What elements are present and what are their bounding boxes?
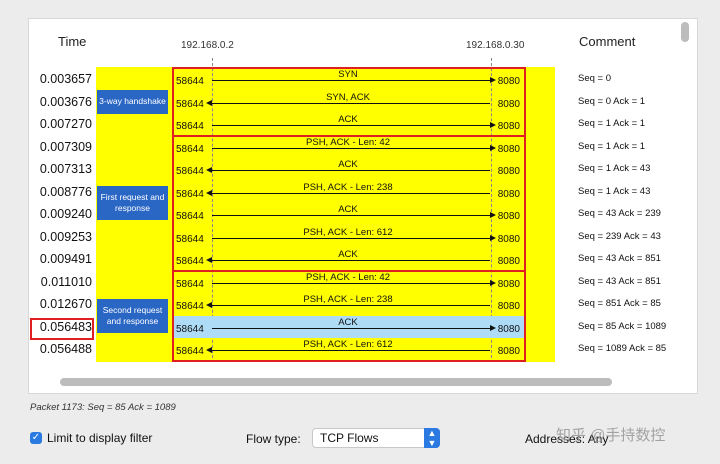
checkmark-icon: ✓: [31, 432, 41, 443]
flow-time[interactable]: 0.003657: [0, 68, 92, 90]
selected-time-highlight: [30, 318, 94, 340]
flow-comment[interactable]: Seq = 1 Ack = 1: [578, 136, 645, 158]
comment-column-header[interactable]: Comment: [579, 34, 635, 49]
flow-comment[interactable]: Seq = 1 Ack = 43: [578, 158, 650, 180]
flow-comment[interactable]: Seq = 1 Ack = 1: [578, 113, 645, 135]
flow-comment[interactable]: Seq = 43 Ack = 851: [578, 248, 661, 270]
host-right-header[interactable]: 192.168.0.30: [466, 40, 524, 51]
flow-time[interactable]: 0.009253: [0, 226, 92, 248]
flow-comment[interactable]: Seq = 851 Ack = 85: [578, 293, 661, 315]
flow-comment[interactable]: Seq = 1 Ack = 43: [578, 181, 650, 203]
flow-comment[interactable]: Seq = 0: [578, 68, 611, 90]
flow-comment[interactable]: Seq = 1089 Ack = 85: [578, 338, 666, 360]
vertical-scrollbar[interactable]: [681, 22, 689, 42]
flow-time[interactable]: 0.008776: [0, 181, 92, 203]
flow-comment[interactable]: Seq = 43 Ack = 239: [578, 203, 661, 225]
flow-type-value: TCP Flows: [320, 431, 379, 445]
group-outline: [172, 134, 526, 272]
flow-time[interactable]: 0.007309: [0, 136, 92, 158]
flow-time[interactable]: 0.009491: [0, 248, 92, 270]
group-outline: [172, 269, 526, 362]
flow-time[interactable]: 0.007313: [0, 158, 92, 180]
flow-type-label: Flow type:: [246, 432, 301, 446]
group-label: 3-way handshake: [97, 89, 168, 114]
flow-time[interactable]: 0.009240: [0, 203, 92, 225]
group-label: Second request and response: [97, 298, 168, 333]
limit-filter-checkbox[interactable]: ✓: [30, 432, 42, 444]
packet-status: Packet 1173: Seq = 85 Ack = 1089: [30, 402, 176, 413]
group-outline: [172, 67, 526, 137]
group-label: First request and response: [97, 186, 168, 220]
select-arrows-icon[interactable]: ▲ ▼: [424, 428, 440, 448]
flow-time[interactable]: 0.007270: [0, 113, 92, 135]
flow-comment[interactable]: Seq = 85 Ack = 1089: [578, 316, 666, 338]
host-left-header[interactable]: 192.168.0.2: [181, 40, 234, 51]
watermark-text: 知乎 @手持数控: [556, 427, 666, 444]
flow-time[interactable]: 0.012670: [0, 293, 92, 315]
limit-filter-label[interactable]: Limit to display filter: [47, 431, 152, 445]
horizontal-scrollbar[interactable]: [60, 378, 612, 386]
flow-time[interactable]: 0.056488: [0, 338, 92, 360]
flow-comment[interactable]: Seq = 239 Ack = 43: [578, 226, 661, 248]
flow-comment[interactable]: Seq = 0 Ack = 1: [578, 91, 645, 113]
flow-type-select[interactable]: TCP Flows ▲ ▼: [312, 428, 440, 448]
flow-time[interactable]: 0.003676: [0, 91, 92, 113]
flow-comment[interactable]: Seq = 43 Ack = 851: [578, 271, 661, 293]
flow-time[interactable]: 0.011010: [0, 271, 92, 293]
time-column-header[interactable]: Time: [58, 34, 86, 49]
